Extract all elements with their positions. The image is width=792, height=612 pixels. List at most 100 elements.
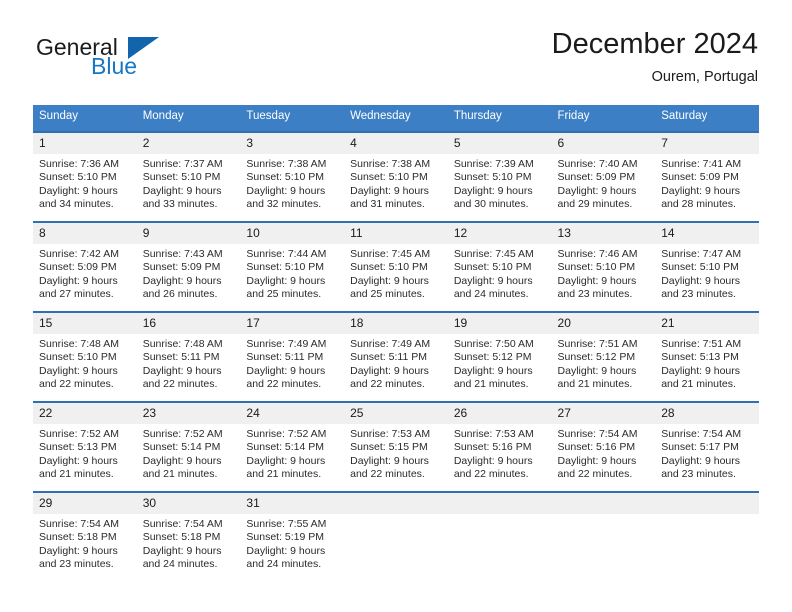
sunset-text: Sunset: 5:18 PM bbox=[142, 531, 221, 544]
calendar-day-cell[interactable]: 17 Sunrise: 7:49 AM Sunset: 5:11 PM Dayl… bbox=[240, 311, 345, 402]
daylight-text-line1: Daylight: 9 hours bbox=[39, 544, 118, 557]
sunrise-text: Sunrise: 7:51 AM bbox=[557, 338, 638, 350]
daylight-text-line1: Daylight: 9 hours bbox=[557, 364, 637, 377]
calendar-day-cell[interactable]: 22 Sunrise: 7:52 AM Sunset: 5:13 PM Dayl… bbox=[33, 401, 137, 492]
daylight-text-line1: Daylight: 9 hours bbox=[246, 454, 326, 467]
calendar-day-cell[interactable]: 13 Sunrise: 7:46 AM Sunset: 5:10 PM Dayl… bbox=[551, 221, 656, 312]
day-details: Sunrise: 7:38 AM Sunset: 5:10 PM Dayligh… bbox=[240, 154, 344, 212]
weekday-header-thursday: Thursday bbox=[447, 105, 552, 132]
day-details: Sunrise: 7:44 AM Sunset: 5:10 PM Dayligh… bbox=[240, 244, 344, 302]
sunrise-text: Sunrise: 7:48 AM bbox=[142, 338, 223, 350]
sunset-text: Sunset: 5:17 PM bbox=[661, 441, 739, 454]
sunset-text: Sunset: 5:12 PM bbox=[557, 351, 636, 364]
calendar-day-cell[interactable]: 25 Sunrise: 7:53 AM Sunset: 5:15 PM Dayl… bbox=[344, 401, 448, 492]
day-details: Sunrise: 7:54 AM Sunset: 5:18 PM Dayligh… bbox=[33, 514, 137, 572]
day-number: 12 bbox=[447, 223, 552, 244]
calendar-day-cell[interactable]: 8 Sunrise: 7:42 AM Sunset: 5:09 PM Dayli… bbox=[33, 221, 137, 312]
daylight-text-line1: Daylight: 9 hours bbox=[350, 274, 429, 287]
calendar-day-cell[interactable]: 23 Sunrise: 7:52 AM Sunset: 5:14 PM Dayl… bbox=[136, 401, 241, 492]
day-number: 14 bbox=[655, 223, 759, 244]
daylight-text-line1: Daylight: 9 hours bbox=[557, 184, 637, 197]
title-block: December 2024 Ourem, Portugal bbox=[552, 26, 758, 86]
day-details: Sunrise: 7:55 AM Sunset: 5:19 PM Dayligh… bbox=[240, 514, 344, 572]
calendar-day-cell[interactable]: 10 Sunrise: 7:44 AM Sunset: 5:10 PM Dayl… bbox=[240, 221, 345, 312]
daylight-text-line1: Daylight: 9 hours bbox=[246, 274, 326, 287]
calendar-day-cell[interactable]: 11 Sunrise: 7:45 AM Sunset: 5:10 PM Dayl… bbox=[344, 221, 448, 312]
day-number: 30 bbox=[136, 493, 241, 514]
calendar-day-cell[interactable]: 30 Sunrise: 7:54 AM Sunset: 5:18 PM Dayl… bbox=[136, 491, 241, 577]
day-number bbox=[447, 493, 552, 514]
calendar-day-cell[interactable]: 1 Sunrise: 7:36 AM Sunset: 5:10 PM Dayli… bbox=[33, 131, 137, 222]
sunrise-text: Sunrise: 7:48 AM bbox=[39, 338, 119, 350]
daylight-text-line1: Daylight: 9 hours bbox=[350, 364, 429, 377]
day-number: 1 bbox=[33, 133, 137, 154]
calendar-day-cell[interactable]: 18 Sunrise: 7:49 AM Sunset: 5:11 PM Dayl… bbox=[344, 311, 448, 402]
calendar-day-cell[interactable]: 2 Sunrise: 7:37 AM Sunset: 5:10 PM Dayli… bbox=[136, 131, 241, 222]
sunrise-text: Sunrise: 7:42 AM bbox=[39, 248, 119, 260]
daylight-text-line2: and 21 minutes. bbox=[246, 468, 322, 481]
calendar-day-cell[interactable]: 4 Sunrise: 7:38 AM Sunset: 5:10 PM Dayli… bbox=[344, 131, 448, 222]
day-details: Sunrise: 7:39 AM Sunset: 5:10 PM Dayligh… bbox=[448, 154, 552, 212]
calendar-day-cell[interactable]: 6 Sunrise: 7:40 AM Sunset: 5:09 PM Dayli… bbox=[551, 131, 656, 222]
sunset-text: Sunset: 5:10 PM bbox=[39, 171, 117, 184]
weekday-header-sunday: Sunday bbox=[33, 105, 137, 132]
calendar-day-cell[interactable]: 26 Sunrise: 7:53 AM Sunset: 5:16 PM Dayl… bbox=[447, 401, 552, 492]
day-number: 22 bbox=[33, 403, 137, 424]
calendar-day-cell[interactable]: 15 Sunrise: 7:48 AM Sunset: 5:10 PM Dayl… bbox=[33, 311, 137, 402]
sunrise-text: Sunrise: 7:54 AM bbox=[557, 428, 638, 440]
day-number: 2 bbox=[136, 133, 241, 154]
day-details: Sunrise: 7:48 AM Sunset: 5:10 PM Dayligh… bbox=[33, 334, 137, 392]
sunrise-text: Sunrise: 7:45 AM bbox=[453, 248, 534, 260]
calendar-day-cell[interactable]: 16 Sunrise: 7:48 AM Sunset: 5:11 PM Dayl… bbox=[136, 311, 241, 402]
calendar-week-row: 8 Sunrise: 7:42 AM Sunset: 5:09 PM Dayli… bbox=[33, 221, 759, 312]
day-number: 6 bbox=[551, 133, 656, 154]
daylight-text-line2: and 21 minutes. bbox=[557, 378, 633, 391]
sunset-text: Sunset: 5:18 PM bbox=[39, 531, 117, 544]
sunset-text: Sunset: 5:10 PM bbox=[246, 261, 325, 274]
calendar-week-row: 22 Sunrise: 7:52 AM Sunset: 5:13 PM Dayl… bbox=[33, 401, 759, 492]
day-details: Sunrise: 7:45 AM Sunset: 5:10 PM Dayligh… bbox=[344, 244, 448, 302]
day-number: 20 bbox=[551, 313, 656, 334]
daylight-text-line2: and 21 minutes. bbox=[39, 468, 114, 481]
calendar-day-cell[interactable]: 20 Sunrise: 7:51 AM Sunset: 5:12 PM Dayl… bbox=[551, 311, 656, 402]
calendar-day-cell[interactable]: 27 Sunrise: 7:54 AM Sunset: 5:16 PM Dayl… bbox=[551, 401, 656, 492]
daylight-text-line1: Daylight: 9 hours bbox=[39, 274, 118, 287]
daylight-text-line2: and 23 minutes. bbox=[661, 468, 736, 481]
calendar-day-cell[interactable]: 21 Sunrise: 7:51 AM Sunset: 5:13 PM Dayl… bbox=[655, 311, 759, 402]
calendar-day-cell[interactable]: 3 Sunrise: 7:38 AM Sunset: 5:10 PM Dayli… bbox=[240, 131, 345, 222]
sunrise-text: Sunrise: 7:54 AM bbox=[661, 428, 742, 440]
day-details: Sunrise: 7:51 AM Sunset: 5:13 PM Dayligh… bbox=[655, 334, 759, 392]
calendar-day-cell[interactable]: 7 Sunrise: 7:41 AM Sunset: 5:09 PM Dayli… bbox=[655, 131, 759, 222]
sunset-text: Sunset: 5:09 PM bbox=[557, 171, 636, 184]
day-number: 29 bbox=[33, 493, 137, 514]
day-number: 18 bbox=[344, 313, 448, 334]
calendar-day-cell[interactable]: 31 Sunrise: 7:55 AM Sunset: 5:19 PM Dayl… bbox=[240, 491, 345, 577]
calendar-day-cell[interactable]: 29 Sunrise: 7:54 AM Sunset: 5:18 PM Dayl… bbox=[33, 491, 137, 577]
sunset-text: Sunset: 5:12 PM bbox=[453, 351, 532, 364]
daylight-text-line2: and 32 minutes. bbox=[246, 198, 322, 211]
calendar-day-cell[interactable]: 9 Sunrise: 7:43 AM Sunset: 5:09 PM Dayli… bbox=[136, 221, 241, 312]
day-number: 5 bbox=[447, 133, 552, 154]
day-number: 25 bbox=[344, 403, 448, 424]
day-number bbox=[344, 493, 448, 514]
general-blue-logo[interactable]: General Blue bbox=[34, 34, 214, 90]
daylight-text-line1: Daylight: 9 hours bbox=[142, 184, 222, 197]
daylight-text-line2: and 22 minutes. bbox=[350, 378, 425, 391]
calendar-day-cell[interactable]: 28 Sunrise: 7:54 AM Sunset: 5:17 PM Dayl… bbox=[655, 401, 759, 492]
calendar-day-cell[interactable]: 14 Sunrise: 7:47 AM Sunset: 5:10 PM Dayl… bbox=[655, 221, 759, 312]
sunset-text: Sunset: 5:10 PM bbox=[350, 171, 428, 184]
calendar-day-cell[interactable]: 24 Sunrise: 7:52 AM Sunset: 5:14 PM Dayl… bbox=[240, 401, 345, 492]
day-number bbox=[551, 493, 656, 514]
daylight-text-line1: Daylight: 9 hours bbox=[142, 274, 222, 287]
daylight-text-line2: and 23 minutes. bbox=[39, 558, 114, 571]
day-number: 4 bbox=[344, 133, 448, 154]
sunset-text: Sunset: 5:10 PM bbox=[246, 171, 325, 184]
calendar-day-cell[interactable]: 19 Sunrise: 7:50 AM Sunset: 5:12 PM Dayl… bbox=[447, 311, 552, 402]
calendar-day-cell[interactable]: 12 Sunrise: 7:45 AM Sunset: 5:10 PM Dayl… bbox=[447, 221, 552, 312]
daylight-text-line1: Daylight: 9 hours bbox=[453, 454, 533, 467]
calendar-day-cell[interactable]: 5 Sunrise: 7:39 AM Sunset: 5:10 PM Dayli… bbox=[447, 131, 552, 222]
day-number: 8 bbox=[33, 223, 137, 244]
day-details: Sunrise: 7:43 AM Sunset: 5:09 PM Dayligh… bbox=[137, 244, 241, 302]
daylight-text-line1: Daylight: 9 hours bbox=[39, 454, 118, 467]
sunset-text: Sunset: 5:11 PM bbox=[350, 351, 427, 364]
